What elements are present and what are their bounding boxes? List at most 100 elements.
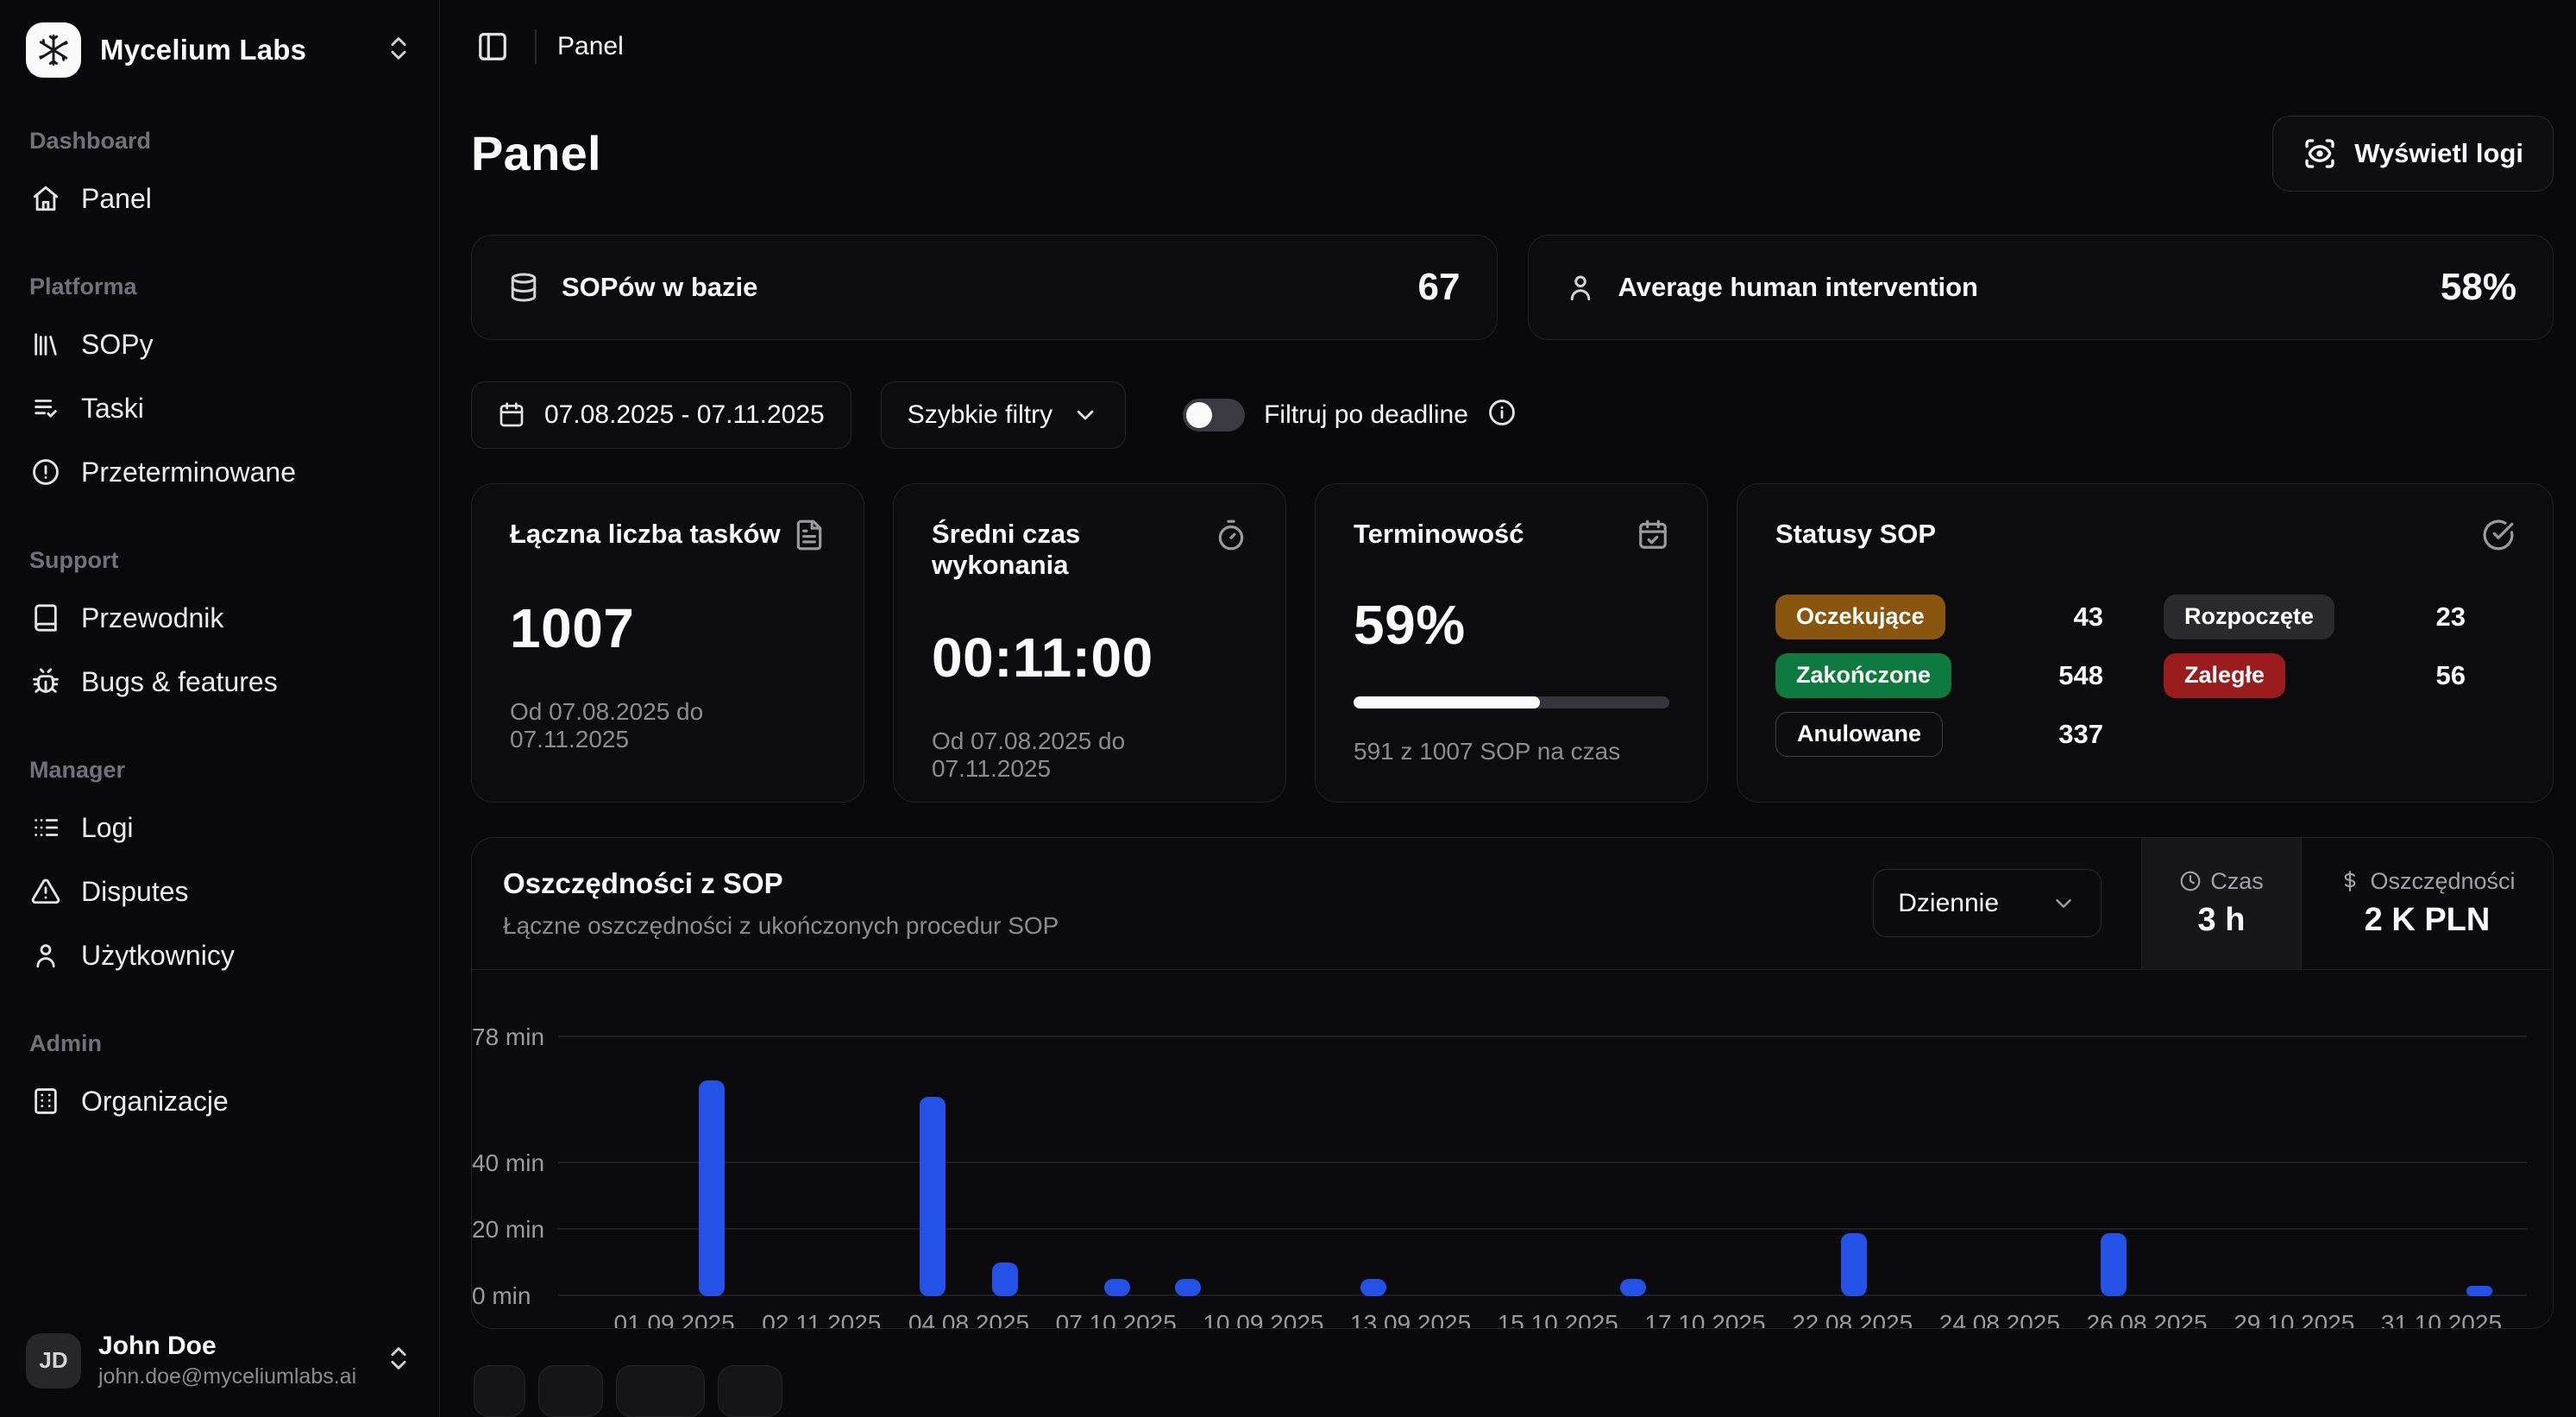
user-icon [31,941,60,970]
nav-section-manager: ManagerLogiDisputesUżytkownicy [22,757,417,984]
period-select-value: Dziennie [1898,889,1999,918]
skeleton-pill [474,1365,525,1417]
gridline-0: 0 min [558,1294,2527,1296]
sidebar-item-label: Disputes [81,876,189,908]
sidebar-item-taski[interactable]: Taski [22,380,417,437]
y-tick-label: 20 min [472,1216,546,1244]
chart-stat-tabs: Czas3 hOszczędności2 K PLN [2141,838,2553,969]
x-tick-label: 01.09.2025 [614,1310,735,1329]
file-text-icon [793,519,826,551]
status-badge: Zaległe [2164,653,2285,698]
sidebar-item-disputes[interactable]: Disputes [22,863,417,920]
sidebar-item-label: Przewodnik [81,602,223,634]
sidebar-item-sopy[interactable]: SOPy [22,316,417,373]
chart-bar[interactable] [992,1263,1018,1295]
kpi-subtitle: Od 07.08.2025 do 07.11.2025 [510,698,826,753]
chart-bar[interactable] [2466,1286,2492,1296]
kpi-subtitle: Od 07.08.2025 do 07.11.2025 [932,727,1247,783]
kpi-card-avg-time: Średni czas wykonania 00:11:00 Od 07.08.… [893,483,1286,803]
view-logs-label: Wyświetl logi [2354,138,2523,169]
date-range-value: 07.08.2025 - 07.11.2025 [544,400,825,430]
nav-section-admin: AdminOrganizacje [22,1030,417,1130]
scan-eye-icon [2303,136,2337,171]
chart-bar[interactable] [1175,1279,1201,1295]
workspace-switcher[interactable]: Mycelium Labs [22,19,417,81]
status-badge: Oczekujące [1775,595,1945,639]
clock-icon [2179,870,2202,892]
chart-bar[interactable] [1841,1233,1867,1296]
y-tick-label: 78 min [472,1023,546,1051]
sidebar-item-label: Organizacje [81,1086,229,1118]
chart-title: Oszczędności z SOP [503,867,1873,900]
stat-tab-label: Czas [2210,868,2264,895]
panel-left-icon [476,30,509,63]
kpi-card-total-tasks: Łączna liczba tasków 1007 Od 07.08.2025 … [471,483,864,803]
timer-icon [1215,519,1247,551]
view-logs-button[interactable]: Wyświetl logi [2272,116,2554,192]
chart-bar[interactable] [2101,1233,2127,1296]
mycelium-icon [35,31,72,69]
sidebar-item-panel[interactable]: Panel [22,170,417,227]
sidebar-item-przewodnik[interactable]: Przewodnik [22,589,417,646]
sidebar-item-przeterminowane[interactable]: Przeterminowane [22,444,417,501]
brand-logo [26,22,81,78]
sidebar-item-label: Bugs & features [81,666,278,698]
period-select[interactable]: Dziennie [1873,869,2102,937]
quick-filters-dropdown[interactable]: Szybkie filtry [881,381,1126,449]
overview-cards: SOPów w bazie67Average human interventio… [471,235,2554,340]
savings-chart-card: Oszczędności z SOP Łączne oszczędności z… [471,837,2554,1329]
status-badge: Rozpoczęte [2164,595,2334,639]
sidebar-item-u-ytkownicy[interactable]: Użytkownicy [22,927,417,984]
status-count: 56 [2436,660,2466,691]
gridline-78: 78 min [558,1036,2527,1037]
sidebar-item-organizacje[interactable]: Organizacje [22,1073,417,1130]
x-tick-label: 10.09.2025 [1203,1310,1323,1329]
status-count: 43 [2074,601,2103,633]
kpi-title: Terminowość [1354,519,1524,550]
status-row-anulowane: Anulowane337 [1775,712,2103,757]
topbar-divider [535,29,537,64]
status-row-zako-czone: Zakończone548 [1775,653,2103,698]
chevron-down-icon [1071,401,1099,429]
progress-fill [1354,696,1540,708]
overview-value: 67 [1418,266,1461,309]
x-tick-label: 29.10.2025 [2234,1310,2354,1329]
kpi-subtitle: 591 z 1007 SOP na czas [1354,738,1669,765]
user-name: John Doe [98,1332,367,1361]
nav-section-platforma: PlatformaSOPyTaskiPrzeterminowane [22,274,417,501]
x-tick-label: 13.09.2025 [1350,1310,1471,1329]
user-menu[interactable]: JD John Doe john.doe@myceliumlabs.ai [22,1326,417,1395]
sidebar-item-bugs-features[interactable]: Bugs & features [22,653,417,710]
alert-triangle-icon [31,877,60,906]
bar-chart-plot: 78 min40 min20 min0 min [558,1037,2527,1296]
y-tick-label: 0 min [472,1282,546,1310]
chart-bar[interactable] [1360,1279,1386,1295]
info-icon[interactable] [1487,398,1517,431]
chart-bar[interactable] [1620,1279,1646,1295]
overview-card-average-human-intervention: Average human intervention58% [1528,235,2554,340]
sidebar-item-label: SOPy [81,329,154,361]
sidebar-toggle-button[interactable] [471,25,514,68]
chart-bar[interactable] [699,1080,725,1296]
chart-subtitle: Łączne oszczędności z ukończonych proced… [503,912,1873,940]
skeleton-pill [538,1365,603,1417]
stat-tab-oszcz-dno-ci[interactable]: Oszczędności2 K PLN [2301,838,2553,969]
avatar: JD [26,1333,81,1389]
skeleton-pill-row [471,1365,2554,1417]
chart-bar[interactable] [1104,1279,1130,1295]
stat-tab-czas[interactable]: Czas3 h [2141,838,2301,969]
x-tick-label: 24.08.2025 [1939,1310,2060,1329]
kpi-value: 59% [1354,593,1669,657]
deadline-toggle[interactable] [1183,399,1245,431]
sidebar-item-logi[interactable]: Logi [22,799,417,856]
chart-bar[interactable] [920,1097,946,1296]
alert-circle-icon [31,457,60,487]
status-badge: Zakończone [1775,653,1951,698]
logs-icon [31,813,60,842]
kpi-value: 00:11:00 [932,626,1247,690]
date-range-picker[interactable]: 07.08.2025 - 07.11.2025 [471,381,851,449]
gridline-40: 40 min [558,1162,2527,1163]
overview-value: 58% [2441,266,2516,309]
kpi-row: Łączna liczba tasków 1007 Od 07.08.2025 … [471,483,2554,803]
x-tick-label: 04.08.2025 [908,1310,1029,1329]
